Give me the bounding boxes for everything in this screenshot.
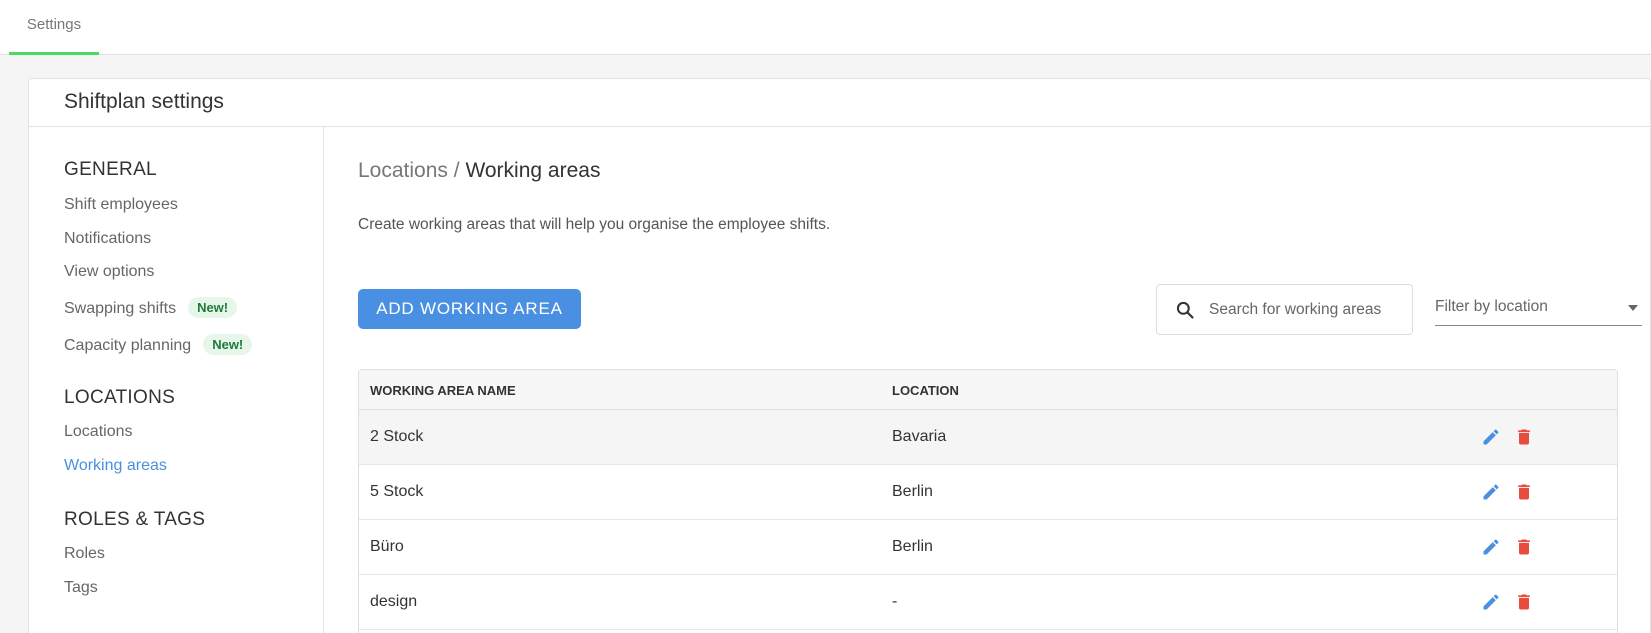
breadcrumb: Locations / Working areas — [358, 159, 600, 183]
sidebar-item-roles[interactable]: Roles — [64, 545, 105, 563]
search-icon — [1176, 301, 1194, 319]
column-header-name: WORKING AREA NAME — [370, 383, 516, 398]
add-working-area-button[interactable]: ADD WORKING AREA — [358, 289, 581, 329]
working-area-name: 2 Stock — [370, 428, 424, 445]
sidebar-heading-locations: LOCATIONS — [64, 387, 176, 408]
table-row[interactable]: design - — [359, 575, 1617, 630]
sidebar-heading-general: GENERAL — [64, 159, 157, 180]
breadcrumb-locations-link[interactable]: Locations — [358, 159, 448, 182]
column-header-location: LOCATION — [892, 383, 959, 398]
search-input[interactable] — [1209, 297, 1404, 323]
sidebar-item-notifications[interactable]: Notifications — [64, 230, 151, 248]
sidebar-heading-roles-tags: ROLES & TAGS — [64, 509, 206, 530]
trash-icon[interactable] — [1514, 592, 1534, 612]
page-description: Create working areas that will help you … — [358, 216, 831, 233]
table-row[interactable]: Büro Berlin — [359, 520, 1617, 575]
sidebar-item-shift-employees[interactable]: Shift employees — [64, 196, 178, 214]
trash-icon[interactable] — [1514, 537, 1534, 557]
working-area-location: - — [892, 593, 898, 610]
table-row[interactable]: 2 Stock Bavaria — [359, 410, 1617, 465]
card-title: Shiftplan settings — [29, 79, 1650, 127]
new-badge: New! — [203, 334, 253, 355]
working-area-name: 5 Stock — [370, 483, 424, 500]
main-content: Locations / Working areas Create working… — [324, 127, 1651, 633]
chevron-down-icon — [1628, 305, 1638, 311]
working-area-location: Berlin — [892, 483, 933, 500]
top-nav: Settings — [0, 0, 1651, 55]
trash-icon[interactable] — [1514, 482, 1534, 502]
tab-settings[interactable]: Settings — [9, 0, 99, 55]
sidebar-item-swapping-shifts[interactable]: Swapping shifts New! — [64, 297, 238, 318]
new-badge: New! — [188, 297, 238, 318]
sidebar-item-tags[interactable]: Tags — [64, 579, 98, 597]
page-title: Working areas — [465, 159, 601, 182]
sidebar-item-label: Swapping shifts — [64, 300, 177, 317]
sidebar-item-view-options[interactable]: View options — [64, 263, 154, 281]
filter-by-location-select[interactable]: Filter by location — [1435, 290, 1642, 326]
filter-label: Filter by location — [1435, 298, 1548, 315]
breadcrumb-separator: / — [453, 159, 460, 182]
pencil-icon[interactable] — [1481, 482, 1501, 502]
sidebar-item-label: Capacity planning — [64, 337, 192, 354]
pencil-icon[interactable] — [1481, 592, 1501, 612]
working-area-location: Berlin — [892, 538, 933, 555]
search-box[interactable] — [1156, 284, 1413, 335]
settings-card: Shiftplan settings GENERAL Shift employe… — [28, 78, 1651, 633]
pencil-icon[interactable] — [1481, 537, 1501, 557]
working-areas-table: WORKING AREA NAME LOCATION 2 Stock Bavar… — [358, 369, 1618, 633]
settings-sidebar: GENERAL Shift employees Notifications Vi… — [29, 127, 324, 633]
sidebar-item-capacity-planning[interactable]: Capacity planning New! — [64, 334, 253, 355]
trash-icon[interactable] — [1514, 427, 1534, 447]
working-area-name: Büro — [370, 538, 404, 555]
working-area-name: design — [370, 593, 418, 610]
table-row[interactable]: 5 Stock Berlin — [359, 465, 1617, 520]
pencil-icon[interactable] — [1481, 427, 1501, 447]
sidebar-item-locations[interactable]: Locations — [64, 423, 133, 441]
sidebar-item-working-areas[interactable]: Working areas — [64, 457, 167, 475]
working-area-location: Bavaria — [892, 428, 947, 445]
table-header: WORKING AREA NAME LOCATION — [359, 370, 1617, 410]
